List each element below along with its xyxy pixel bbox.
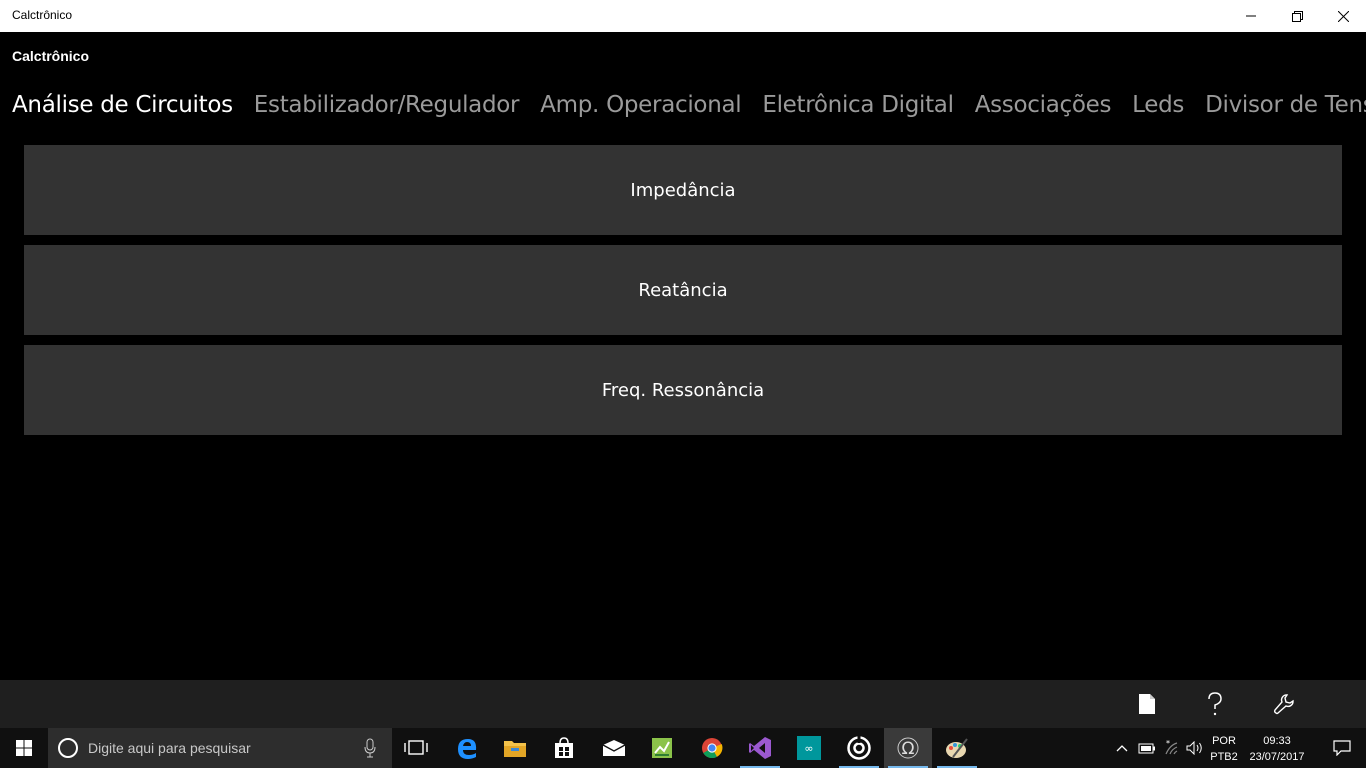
task-view-button[interactable] — [392, 728, 440, 768]
paint-button[interactable] — [933, 728, 981, 768]
restore-icon — [1291, 10, 1303, 22]
paint-icon — [946, 738, 968, 758]
arduino-icon: ∞ — [797, 736, 821, 760]
window-title: Calctrônico — [12, 8, 73, 22]
speaker-icon — [1186, 741, 1202, 755]
tab-analise-de-circuitos[interactable]: Análise de Circuitos — [12, 88, 233, 122]
search-placeholder: Digite aqui para pesquisar — [88, 740, 251, 756]
keyboard-layout: PTB2 — [1210, 751, 1238, 763]
sheet-app-icon — [652, 738, 672, 758]
clock-button[interactable]: 09:33 23/07/2017 — [1244, 733, 1310, 765]
tab-leds[interactable]: Leds — [1132, 88, 1184, 122]
sheet-app-button[interactable] — [638, 728, 686, 768]
tab-divisor-de-tensao[interactable]: Divisor de Tensão — [1205, 88, 1366, 122]
taskbar: Digite aqui para pesquisar ∞ Ω * POR PTB… — [0, 728, 1366, 768]
task-view-icon — [404, 740, 428, 755]
svg-text:∞: ∞ — [804, 742, 813, 755]
chevron-up-icon — [1116, 745, 1128, 752]
show-hidden-icons-button[interactable] — [1110, 728, 1134, 768]
store-icon — [555, 737, 573, 758]
battery-icon — [1138, 743, 1155, 754]
store-button[interactable] — [540, 728, 588, 768]
start-button[interactable] — [0, 728, 48, 768]
clock-date: 23/07/2017 — [1249, 751, 1305, 763]
file-explorer-button[interactable] — [491, 728, 539, 768]
arduino-button[interactable]: ∞ — [785, 728, 833, 768]
pivot-tabs: Análise de Circuitos Estabilizador/Regula… — [12, 88, 1366, 124]
language-code: POR — [1212, 735, 1236, 747]
svg-text:*: * — [1166, 740, 1170, 748]
help-icon — [1208, 692, 1222, 716]
edge-icon — [458, 739, 477, 759]
document-button[interactable] — [1113, 680, 1181, 728]
notification-icon — [1333, 740, 1351, 756]
microphone-icon[interactable] — [364, 738, 376, 758]
tab-amp-operacional[interactable]: Amp. Operacional — [540, 88, 741, 122]
reatancia-button[interactable]: Reatância — [24, 245, 1342, 335]
app-name: Calctrônico — [12, 48, 90, 64]
action-center-button[interactable] — [1318, 728, 1366, 768]
chrome-icon — [702, 738, 723, 759]
search-box[interactable]: Digite aqui para pesquisar — [48, 728, 392, 768]
wrench-icon — [1273, 694, 1294, 715]
tab-estabilizador-regulador[interactable]: Estabilizador/Regulador — [254, 88, 520, 122]
omega-app-button[interactable]: Ω — [884, 728, 932, 768]
file-explorer-icon — [504, 741, 526, 757]
freq-ressonancia-button[interactable]: Freq. Ressonância — [24, 345, 1342, 435]
minimize-icon — [1246, 15, 1256, 17]
target-app-icon — [847, 736, 871, 760]
mail-icon — [602, 740, 626, 756]
mail-button[interactable] — [590, 728, 638, 768]
wifi-icon: * — [1165, 740, 1178, 755]
svg-text:Ω: Ω — [902, 739, 915, 759]
visual-studio-icon — [749, 737, 771, 759]
windows-logo-icon — [16, 740, 32, 756]
close-button[interactable] — [1320, 0, 1366, 32]
input-language-button[interactable]: POR PTB2 — [1207, 733, 1241, 765]
cortana-icon — [58, 738, 78, 758]
battery-button[interactable] — [1135, 728, 1159, 768]
target-app-button[interactable] — [835, 728, 883, 768]
volume-button[interactable] — [1183, 728, 1207, 768]
omega-app-icon: Ω — [897, 737, 919, 759]
impedancia-button[interactable]: Impedância — [24, 145, 1342, 235]
settings-button[interactable] — [1250, 680, 1318, 728]
tab-eletronica-digital[interactable]: Eletrônica Digital — [762, 88, 954, 122]
chrome-button[interactable] — [688, 728, 736, 768]
command-bar — [0, 680, 1366, 728]
restore-button[interactable] — [1274, 0, 1320, 32]
close-icon — [1337, 10, 1349, 22]
window-title-bar: Calctrônico — [0, 0, 1366, 32]
help-button[interactable] — [1181, 680, 1249, 728]
document-icon — [1139, 694, 1155, 714]
tab-associacoes[interactable]: Associações — [975, 88, 1112, 122]
minimize-button[interactable] — [1228, 0, 1274, 32]
visual-studio-button[interactable] — [736, 728, 784, 768]
edge-button[interactable] — [443, 728, 491, 768]
network-button[interactable]: * — [1159, 728, 1183, 768]
clock-time: 09:33 — [1263, 735, 1291, 747]
